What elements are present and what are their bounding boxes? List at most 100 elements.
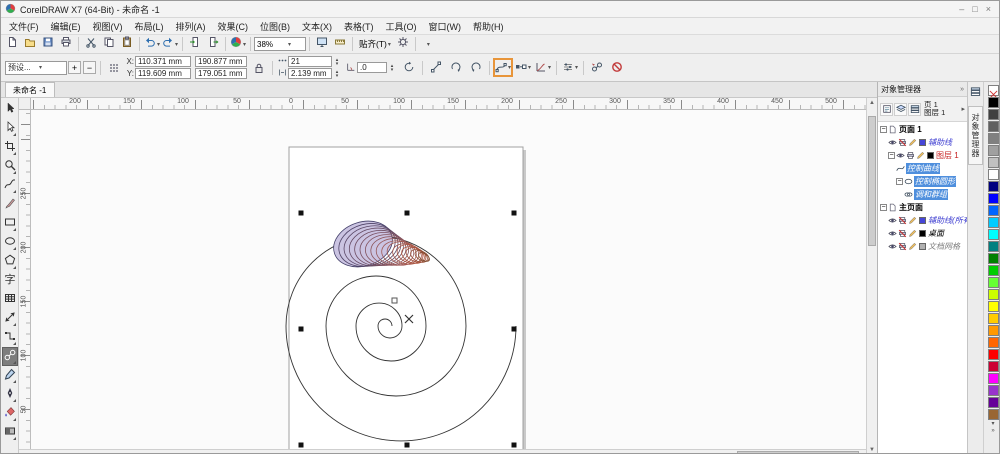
cut-button[interactable] bbox=[82, 36, 100, 53]
menu-2[interactable]: 编辑(E) bbox=[45, 19, 87, 34]
save-document-button[interactable] bbox=[39, 36, 57, 53]
object-row[interactable]: 调和群组 bbox=[878, 188, 967, 201]
palette-color[interactable] bbox=[987, 145, 999, 156]
paste-button[interactable] bbox=[118, 36, 136, 53]
palette-color[interactable] bbox=[987, 97, 999, 108]
spacing-spinner[interactable]: ▴ ▾ bbox=[333, 69, 341, 78]
show-rulers-button[interactable] bbox=[331, 36, 349, 53]
print-icon[interactable] bbox=[898, 138, 907, 147]
edit-icon[interactable] bbox=[908, 216, 917, 225]
redo-button[interactable]: ▾ bbox=[161, 36, 179, 53]
crop-tool[interactable] bbox=[2, 138, 18, 157]
vertical-scrollbar[interactable]: ▲ ▼ bbox=[866, 98, 877, 453]
preset-combo[interactable]: 预设... ▾ bbox=[5, 60, 67, 75]
connector-tool[interactable] bbox=[2, 328, 18, 347]
palette-color[interactable] bbox=[987, 181, 999, 192]
palette-color[interactable] bbox=[987, 397, 999, 408]
vertical-ruler[interactable]: 250 200 150 100 50 bbox=[19, 110, 31, 449]
layer-row[interactable]: 辅助线 bbox=[878, 136, 967, 149]
pick-tool[interactable] bbox=[2, 100, 18, 119]
counterclockwise-blend-button[interactable] bbox=[466, 58, 486, 77]
visibility-icon[interactable] bbox=[888, 242, 897, 251]
palette-color[interactable] bbox=[987, 169, 999, 180]
options-button[interactable] bbox=[394, 36, 412, 53]
docker-collapse-button[interactable]: » bbox=[960, 86, 964, 93]
palette-color[interactable] bbox=[987, 109, 999, 120]
shape-tool[interactable] bbox=[2, 119, 18, 138]
menu-12[interactable]: 帮助(H) bbox=[467, 19, 510, 34]
fill-tool[interactable] bbox=[2, 404, 18, 423]
menu-6[interactable]: 效果(C) bbox=[212, 19, 255, 34]
menu-5[interactable]: 排列(A) bbox=[170, 19, 212, 34]
open-document-button[interactable] bbox=[21, 36, 39, 53]
y-position-input[interactable] bbox=[135, 68, 191, 79]
palette-color[interactable] bbox=[987, 385, 999, 396]
palette-color[interactable] bbox=[987, 325, 999, 336]
expand-toggle[interactable]: − bbox=[896, 178, 903, 185]
docker-flyout-arrow[interactable]: ▸ bbox=[961, 105, 965, 113]
v-scroll-thumb[interactable] bbox=[868, 116, 876, 246]
object-origin-grid[interactable] bbox=[104, 58, 124, 77]
artistic-media-tool[interactable] bbox=[2, 195, 18, 214]
welcome-screen-button[interactable]: ▾ bbox=[229, 36, 247, 53]
add-preset-button[interactable]: + bbox=[68, 61, 81, 74]
layer-row[interactable]: 桌面 bbox=[878, 227, 967, 240]
palette-color[interactable] bbox=[987, 229, 999, 240]
scroll-up-arrow[interactable]: ▲ bbox=[867, 98, 877, 108]
scroll-down-arrow[interactable]: ▼ bbox=[867, 445, 877, 453]
clear-blend-button[interactable] bbox=[607, 58, 627, 77]
object-row[interactable]: − 控制椭圆形 bbox=[878, 175, 967, 188]
lock-ratio-button[interactable] bbox=[249, 58, 269, 77]
expand-toggle[interactable]: − bbox=[880, 204, 887, 211]
menu-4[interactable]: 布局(L) bbox=[129, 19, 170, 34]
steps-spinner[interactable]: ▴ ▾ bbox=[333, 57, 341, 66]
visibility-icon[interactable] bbox=[896, 151, 905, 160]
edit-across-layers-button[interactable] bbox=[894, 102, 907, 116]
page-row[interactable]: − 主页面 bbox=[878, 201, 967, 214]
palette-color[interactable] bbox=[987, 121, 999, 132]
menu-3[interactable]: 视图(V) bbox=[87, 19, 129, 34]
palette-color[interactable] bbox=[987, 349, 999, 360]
print-document-button[interactable] bbox=[57, 36, 75, 53]
quick-customize-button[interactable]: ▾ bbox=[419, 36, 437, 53]
ellipse-tool[interactable] bbox=[2, 233, 18, 252]
export-button[interactable] bbox=[204, 36, 222, 53]
copy-button[interactable] bbox=[100, 36, 118, 53]
object-width-input[interactable] bbox=[195, 56, 247, 67]
blend-spacing-input[interactable] bbox=[288, 68, 332, 79]
rectangle-tool[interactable] bbox=[2, 214, 18, 233]
path-node[interactable] bbox=[391, 297, 398, 304]
freehand-tool[interactable] bbox=[2, 176, 18, 195]
undo-button[interactable]: ▾ bbox=[143, 36, 161, 53]
object-row[interactable]: 控制曲线 bbox=[878, 162, 967, 175]
menu-8[interactable]: 文本(X) bbox=[296, 19, 338, 34]
expand-toggle[interactable]: − bbox=[888, 152, 895, 159]
palette-color[interactable] bbox=[987, 133, 999, 144]
blend-tool[interactable] bbox=[1, 347, 18, 366]
palette-color[interactable] bbox=[987, 205, 999, 216]
layer-row[interactable]: − 图层 1 bbox=[878, 149, 967, 162]
zoom-tool[interactable] bbox=[2, 157, 18, 176]
palette-color[interactable] bbox=[987, 265, 999, 276]
more-blend-options-button[interactable]: ▾ bbox=[560, 58, 580, 77]
copy-blend-properties-button[interactable] bbox=[587, 58, 607, 77]
edit-icon[interactable] bbox=[916, 151, 925, 160]
maximize-button[interactable]: □ bbox=[972, 4, 977, 14]
new-document-button[interactable] bbox=[3, 36, 21, 53]
import-button[interactable] bbox=[186, 36, 204, 53]
polygon-tool[interactable] bbox=[2, 252, 18, 271]
full-screen-preview-button[interactable] bbox=[313, 36, 331, 53]
rotate-all-blend-button[interactable] bbox=[399, 58, 419, 77]
ruler-origin-corner[interactable] bbox=[19, 98, 31, 110]
close-button[interactable]: × bbox=[986, 4, 991, 14]
direct-blend-button[interactable] bbox=[426, 58, 446, 77]
document-tab[interactable]: 未命名 -1 bbox=[5, 82, 56, 97]
color-eyedropper-tool[interactable] bbox=[2, 366, 18, 385]
object-properties-button[interactable] bbox=[880, 102, 893, 116]
print-icon[interactable] bbox=[906, 151, 915, 160]
visibility-icon[interactable] bbox=[888, 216, 897, 225]
palette-color[interactable] bbox=[987, 409, 999, 420]
outline-pen-tool[interactable] bbox=[2, 385, 18, 404]
object-height-input[interactable] bbox=[195, 68, 247, 79]
menu-1[interactable]: 文件(F) bbox=[3, 19, 45, 34]
